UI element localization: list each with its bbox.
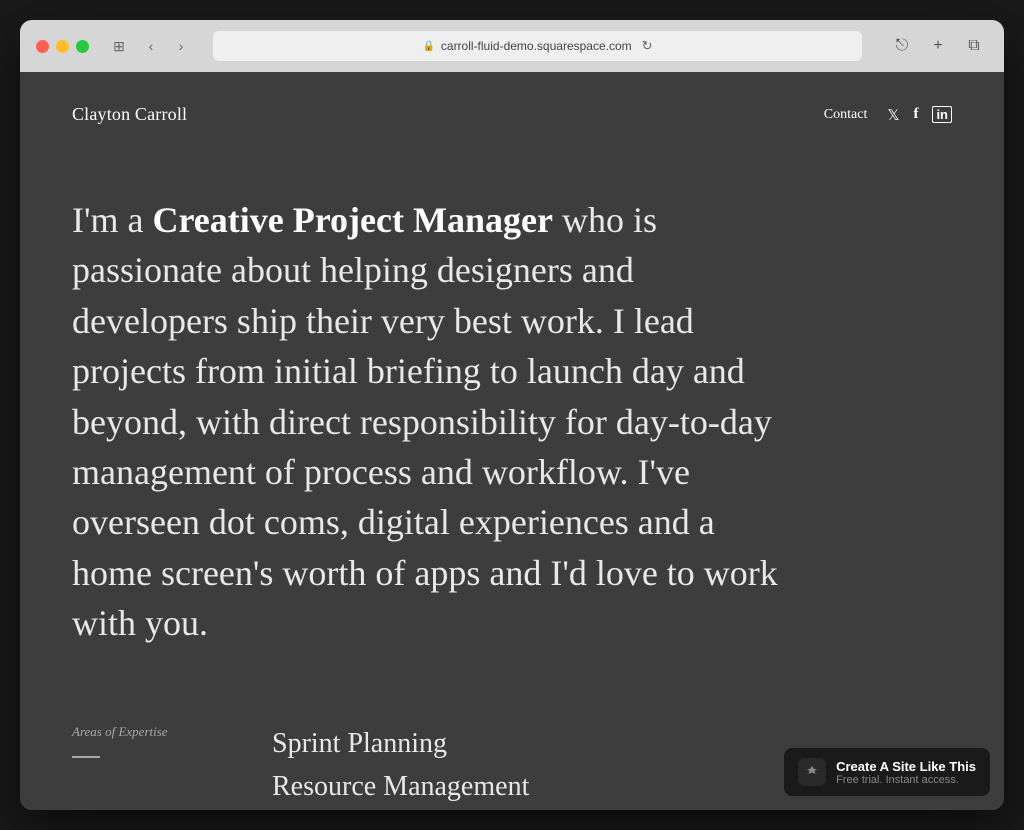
new-tab-button[interactable]: +: [924, 32, 952, 60]
hero-section: I'm a Creative Project Manager who is pa…: [20, 145, 1004, 704]
traffic-lights: [36, 40, 89, 53]
browser-nav: ⊞ ‹ ›: [105, 32, 195, 60]
reload-icon[interactable]: ↻: [642, 38, 653, 54]
nav-window-icon[interactable]: ⊞: [105, 32, 133, 60]
badge-text-block: Create A Site Like This Free trial. Inst…: [836, 759, 976, 786]
twitter-icon[interactable]: 𝕏: [887, 106, 899, 124]
squarespace-logo-icon: [798, 758, 826, 786]
site-title: Clayton Carroll: [72, 104, 187, 125]
back-button[interactable]: ‹: [137, 32, 165, 60]
contact-link[interactable]: Contact: [824, 107, 868, 123]
tab-overview-button[interactable]: ⧉: [960, 32, 988, 60]
expertise-section-title: Areas of Expertise: [72, 724, 232, 740]
badge-sub-text: Free trial. Instant access.: [836, 774, 976, 786]
minimize-button[interactable]: [56, 40, 69, 53]
badge-main-text: Create A Site Like This: [836, 759, 976, 774]
facebook-icon[interactable]: f: [913, 106, 918, 123]
maximize-button[interactable]: [76, 40, 89, 53]
address-bar[interactable]: 🔒 carroll-fluid-demo.squarespace.com ↻: [213, 31, 862, 61]
browser-chrome: ⊞ ‹ › 🔒 carroll-fluid-demo.squarespace.c…: [20, 20, 1004, 72]
hero-paragraph: I'm a Creative Project Manager who is pa…: [72, 195, 792, 649]
squarespace-badge[interactable]: Create A Site Like This Free trial. Inst…: [784, 748, 990, 796]
site-header: Clayton Carroll Contact 𝕏 f in: [20, 72, 1004, 145]
forward-button[interactable]: ›: [167, 32, 195, 60]
expertise-label-block: Areas of Expertise: [72, 724, 272, 758]
close-button[interactable]: [36, 40, 49, 53]
site-nav: Contact 𝕏 f in: [824, 106, 952, 124]
hero-intro-rest: who is passionate about helping designer…: [72, 200, 778, 643]
website-content: Clayton Carroll Contact 𝕏 f in I'm a Cre…: [20, 72, 1004, 810]
share-button[interactable]: ⎋: [888, 32, 916, 60]
hero-intro-bold: Creative Project Manager: [152, 200, 552, 240]
social-icons: 𝕏 f in: [887, 106, 952, 124]
lock-icon: 🔒: [422, 41, 434, 52]
browser-window: ⊞ ‹ › 🔒 carroll-fluid-demo.squarespace.c…: [20, 20, 1004, 810]
browser-chevrons: ‹ ›: [137, 32, 195, 60]
hero-intro-normal: I'm a: [72, 200, 152, 240]
expertise-divider: [72, 756, 100, 758]
browser-actions: ⎋ + ⧉: [888, 32, 988, 60]
linkedin-icon[interactable]: in: [932, 106, 952, 123]
url-text: carroll-fluid-demo.squarespace.com: [441, 39, 632, 53]
